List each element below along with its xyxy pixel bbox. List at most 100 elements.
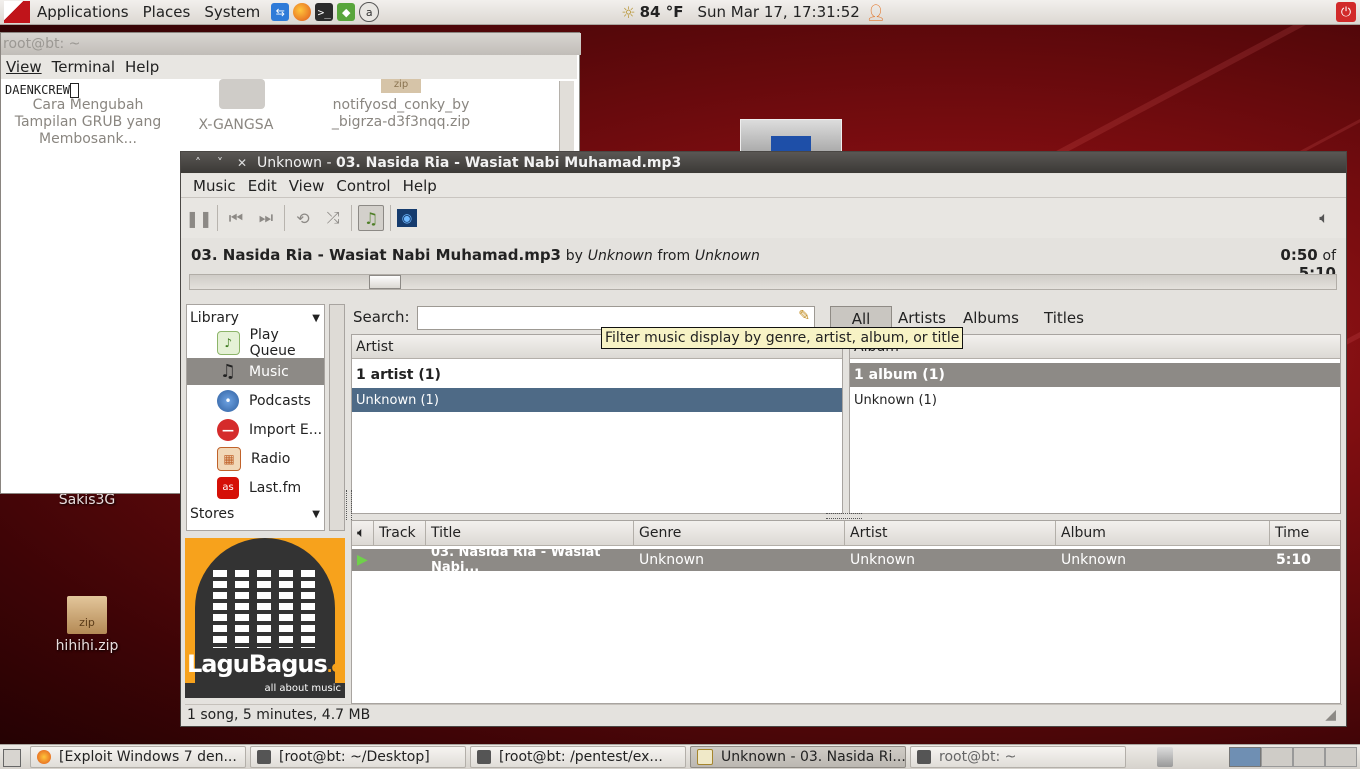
minimize-icon[interactable]: ˄ <box>187 156 209 170</box>
album-cover-art: LaguBagus.com all about music <box>185 538 345 698</box>
desktop-icon-x-gangsa[interactable]: X-GANGSA <box>181 117 291 133</box>
terminal-menu-terminal[interactable]: Terminal <box>47 58 120 76</box>
source-sidebar[interactable]: Library ▼ ♪ Play Queue ♫ Music • Podcast… <box>186 304 325 531</box>
track-number-cell <box>374 549 426 571</box>
sidebar-scrollbar[interactable] <box>329 304 345 531</box>
taskbar-item-desktop-terminal[interactable]: [root@bt: ~/Desktop] <box>250 746 466 768</box>
menu-control[interactable]: Control <box>330 177 396 195</box>
terminal-launcher-icon[interactable]: >_ <box>315 3 334 21</box>
column-title[interactable]: Title <box>426 521 634 545</box>
shuffle-button[interactable]: ⤮ <box>321 206 345 230</box>
album-summary-row[interactable]: 1 album (1) <box>850 363 1340 387</box>
stores-header-label: Stores <box>190 506 235 522</box>
track-list[interactable]: 🔈︎ Track Title Genre Artist Album Time ▶… <box>351 520 1341 704</box>
clear-search-icon[interactable]: ✎ <box>798 308 810 324</box>
maximize-icon[interactable]: ˅ <box>209 156 231 170</box>
rhythmbox-window[interactable]: ˄ ˅ ✕ Unknown - 03. Nasida Ria - Wasiat … <box>180 151 1347 727</box>
show-desktop-icon[interactable] <box>3 749 21 767</box>
volume-icon[interactable]: 🔈︎ <box>1312 206 1336 230</box>
close-icon[interactable]: ✕ <box>231 156 253 170</box>
seek-handle[interactable] <box>369 275 401 289</box>
cover-brand-main: LaguBagus <box>187 650 328 678</box>
sidebar-item-music[interactable]: ♫ Music <box>187 358 324 385</box>
sidebar-item-play-queue[interactable]: ♪ Play Queue <box>187 327 324 359</box>
album-summary-text: 1 album (1) <box>854 367 945 383</box>
backtrack-logo-icon[interactable] <box>4 1 30 23</box>
workspace-2[interactable] <box>1261 747 1293 767</box>
taskbar-item-exploit[interactable]: [Exploit Windows 7 den... <box>30 746 246 768</box>
accessibility-icon[interactable]: a <box>359 2 380 22</box>
desktop-icon-grub-doc[interactable]: Cara Mengubah Tampilan GRUB yang Membosa… <box>13 97 163 148</box>
playing-column-icon[interactable]: 🔈︎ <box>352 521 374 545</box>
artist-summary-row[interactable]: 1 artist (1) <box>352 363 842 387</box>
rhythmbox-titlebar[interactable]: ˄ ˅ ✕ Unknown - 03. Nasida Ria - Wasiat … <box>181 152 1346 173</box>
browse-toggle-button[interactable]: ♫ <box>358 205 384 231</box>
desktop-icon-hihihi-zip[interactable]: zip hihihi.zip <box>22 596 152 655</box>
menu-edit[interactable]: Edit <box>242 177 283 195</box>
pane-resize-handle[interactable] <box>826 513 862 519</box>
filter-albums-button[interactable]: Albums <box>963 306 1019 330</box>
next-button[interactable]: ⏭ <box>254 206 278 230</box>
power-icon[interactable]: ⏻ <box>1336 2 1356 22</box>
sidebar-item-radio[interactable]: ▦ Radio <box>187 445 324 472</box>
workspace-1[interactable] <box>1229 747 1261 767</box>
teamviewer-icon[interactable]: ⇆ <box>271 3 290 21</box>
desktop-image-thumbnail[interactable] <box>740 119 842 153</box>
artist-summary-text: 1 artist (1) <box>356 367 441 383</box>
album-browser-pane[interactable]: Album 1 album (1) Unknown (1) <box>849 334 1341 514</box>
album-cell: Unknown <box>1061 552 1126 568</box>
column-time[interactable]: Time <box>1270 521 1340 545</box>
sidebar-item-label: Radio <box>251 450 291 467</box>
trash-icon[interactable] <box>1157 747 1173 767</box>
terminal-titlebar[interactable]: root@bt: ~ <box>1 33 581 55</box>
terminal-menu-help[interactable]: Help <box>120 58 164 76</box>
menu-places[interactable]: Places <box>136 3 198 21</box>
column-album[interactable]: Album <box>1056 521 1270 545</box>
visualization-button[interactable]: ◉ <box>397 209 417 227</box>
column-label: Track <box>379 525 416 541</box>
sidebar-item-podcasts[interactable]: • Podcasts <box>187 387 324 414</box>
sidebar-item-import-errors[interactable]: — Import E... <box>187 416 324 443</box>
weather-temperature[interactable]: 84 °F <box>640 3 684 21</box>
desktop-icon-notifyosd-zip[interactable]: notifyosd_conky_by_bigrza-d3f3nqq.zip <box>331 97 471 131</box>
terminal-icon <box>917 750 931 764</box>
terminal-output[interactable]: DAENKCREW <box>5 83 80 98</box>
sidebar-resize-handle[interactable] <box>346 490 352 520</box>
column-genre[interactable]: Genre <box>634 521 845 545</box>
package-manager-icon[interactable]: ◆ <box>337 3 356 21</box>
stores-header[interactable]: Stores ▼ <box>190 503 320 525</box>
sidebar-item-lastfm[interactable]: as Last.fm <box>187 474 324 501</box>
menu-music[interactable]: Music <box>187 177 242 195</box>
pause-button[interactable]: ❚❚ <box>186 206 213 230</box>
filter-titles-button[interactable]: Titles <box>1044 306 1084 330</box>
weather-sun-icon[interactable]: ☼ <box>621 3 635 22</box>
menu-view[interactable]: View <box>283 177 331 195</box>
album-row[interactable]: Unknown (1) <box>850 388 1340 412</box>
rhythmbox-toolbar: ❚❚ ⏮ ⏭ ⟲ ⤮ ♫ ◉ 🔈︎ <box>181 198 1346 238</box>
column-label: Artist <box>850 525 888 541</box>
taskbar-item-pentest-terminal[interactable]: [root@bt: /pentest/ex... <box>470 746 686 768</box>
sidebar-item-label: Music <box>249 363 289 380</box>
resize-grip-icon[interactable]: ◢ <box>1325 707 1336 723</box>
previous-button[interactable]: ⏮ <box>224 206 248 230</box>
workspace-switcher[interactable] <box>1229 747 1357 767</box>
artist-browser-pane[interactable]: Artist 1 artist (1) Unknown (1) <box>351 334 843 514</box>
workspace-3[interactable] <box>1293 747 1325 767</box>
column-track[interactable]: Track <box>374 521 426 545</box>
terminal-icon <box>477 750 491 764</box>
seek-bar[interactable] <box>189 274 1337 290</box>
firefox-icon[interactable] <box>293 3 312 21</box>
workspace-4[interactable] <box>1325 747 1357 767</box>
artist-row[interactable]: Unknown (1) <box>352 388 842 412</box>
menu-applications[interactable]: Applications <box>30 3 136 21</box>
repeat-button[interactable]: ⟲ <box>291 206 315 230</box>
taskbar-item-rhythmbox[interactable]: Unknown - 03. Nasida Ri... <box>690 746 906 768</box>
menu-system[interactable]: System <box>197 3 267 21</box>
now-playing-icon: ▶ <box>357 552 368 568</box>
menu-help[interactable]: Help <box>397 177 443 195</box>
clock[interactable]: Sun Mar 17, 17:31:52 <box>697 3 859 21</box>
taskbar-item-root-terminal[interactable]: root@bt: ~ <box>910 746 1126 768</box>
user-icon[interactable]: 👤︎ <box>866 3 886 22</box>
column-artist[interactable]: Artist <box>845 521 1056 545</box>
terminal-menu-view[interactable]: View <box>1 58 47 76</box>
